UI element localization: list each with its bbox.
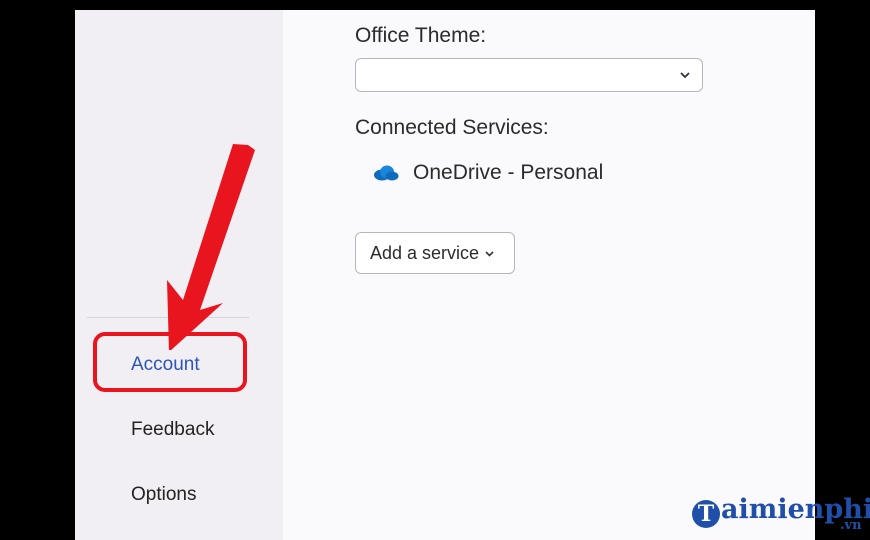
sidebar-item-options[interactable]: Options (131, 484, 196, 506)
right-border (815, 0, 870, 540)
watermark-initial: T (692, 500, 720, 528)
app-window: Account Feedback Options Office Theme: C… (10, 10, 815, 540)
sidebar-item-feedback[interactable]: Feedback (131, 419, 214, 441)
main-panel: Office Theme: Connected Services: OneDri… (283, 10, 815, 540)
sidebar: Account Feedback Options (75, 10, 283, 540)
add-service-button[interactable]: Add a service (355, 232, 515, 274)
office-theme-dropdown[interactable] (355, 58, 703, 92)
red-arrow-icon (167, 144, 255, 350)
left-border (10, 10, 75, 540)
service-name: OneDrive - Personal (413, 161, 604, 184)
office-theme-label: Office Theme: (355, 24, 487, 47)
chevron-down-icon (680, 72, 690, 79)
watermark-suffix: .vn (840, 518, 862, 533)
add-service-label: Add a service (370, 242, 480, 263)
watermark-logo: T aimienphi .vn (692, 494, 870, 534)
onedrive-cloud-icon (374, 165, 399, 181)
chevron-down-icon (485, 251, 494, 257)
service-onedrive-row[interactable]: OneDrive - Personal (373, 158, 603, 188)
connected-services-label: Connected Services: (355, 116, 549, 139)
